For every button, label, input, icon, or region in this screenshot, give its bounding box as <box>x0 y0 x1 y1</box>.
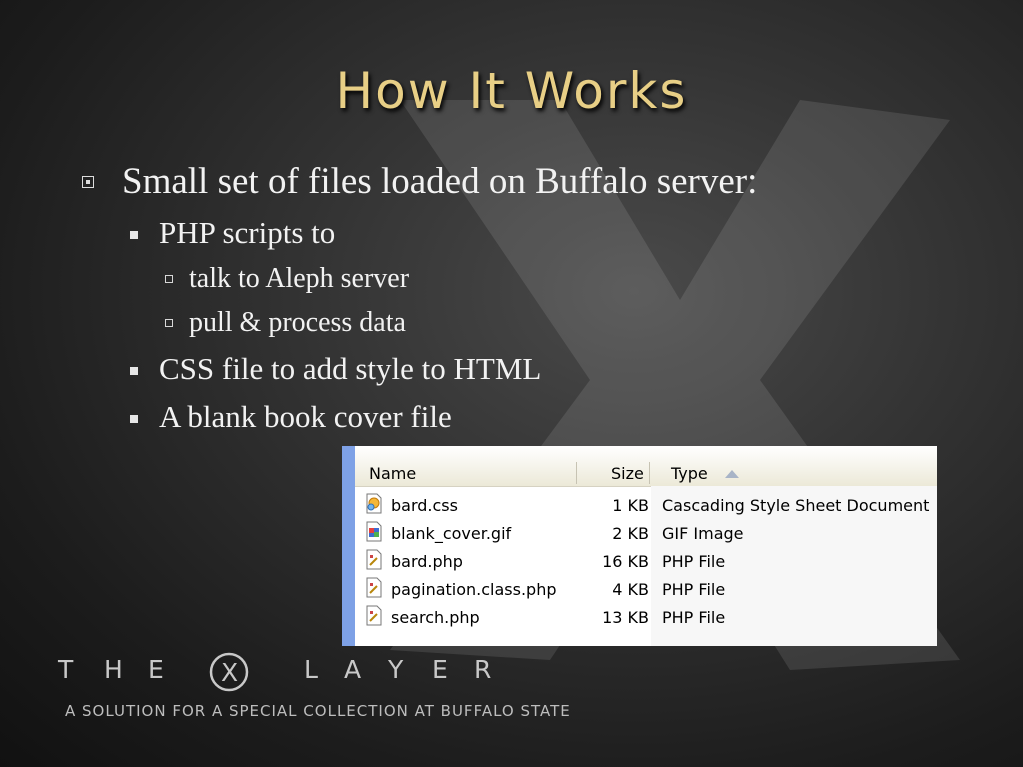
level2-bullet-icon <box>130 415 138 423</box>
file-name: bard.css <box>391 496 458 515</box>
logo-letter: A <box>344 655 362 684</box>
file-size: 16 KB <box>602 552 649 571</box>
file-row[interactable]: bard.css 1 KB Cascading Style Sheet Docu… <box>355 490 937 518</box>
file-size: 4 KB <box>612 580 649 599</box>
file-size: 2 KB <box>612 524 649 543</box>
logo-letter: X <box>221 658 239 687</box>
bullet-level3: pull & process data <box>189 307 406 338</box>
file-name: search.php <box>391 608 480 627</box>
file-type: PHP File <box>662 552 726 571</box>
bullet-level1: Small set of files loaded on Buffalo ser… <box>122 161 758 202</box>
bullet-level2: CSS file to add style to HTML <box>159 351 542 386</box>
file-row[interactable]: pagination.class.php 4 KB PHP File <box>355 574 937 602</box>
level2-bullet-icon <box>130 367 138 375</box>
bullet-list: Small set of files loaded on Buffalo ser… <box>0 0 1023 767</box>
bullet-level2: PHP scripts to <box>159 215 336 250</box>
file-type: GIF Image <box>662 524 744 543</box>
bullet-level3: talk to Aleph server <box>189 263 410 294</box>
column-divider[interactable] <box>576 462 577 484</box>
logo-letter: E <box>432 655 448 684</box>
file-size: 1 KB <box>612 496 649 515</box>
logo-letter: L <box>304 655 318 684</box>
file-size: 13 KB <box>602 608 649 627</box>
file-row[interactable]: search.php 13 KB PHP File <box>355 602 937 630</box>
column-divider[interactable] <box>649 462 650 484</box>
level3-bullet-icon <box>165 319 173 327</box>
level2-bullet-icon <box>130 231 138 239</box>
explorer-sidebar <box>342 446 355 646</box>
php-file-icon <box>366 577 382 598</box>
column-size-header[interactable]: Size <box>611 464 644 483</box>
level3-bullet-icon <box>165 275 173 283</box>
level1-bullet-icon <box>82 176 94 188</box>
file-name: blank_cover.gif <box>391 524 512 543</box>
gif-file-icon <box>366 521 382 542</box>
file-name: pagination.class.php <box>391 580 557 599</box>
logo-letter: T <box>58 655 74 684</box>
logo-letter: E <box>148 655 164 684</box>
file-list-screenshot: Name Size Type bard.css 1 KB Cascading S… <box>342 446 937 646</box>
file-type: PHP File <box>662 608 726 627</box>
file-name: bard.php <box>391 552 463 571</box>
logo-letter: H <box>104 655 123 684</box>
logo-letter: R <box>474 655 492 684</box>
css-file-icon <box>366 493 382 514</box>
sort-ascending-icon <box>725 470 739 478</box>
file-row[interactable]: bard.php 16 KB PHP File <box>355 546 937 574</box>
file-type: Cascading Style Sheet Document <box>662 496 930 515</box>
bullet-level2: A blank book cover file <box>159 399 452 434</box>
logo-letter: Y <box>388 655 404 684</box>
tagline: A SOLUTION FOR A SPECIAL COLLECTION AT B… <box>65 702 571 720</box>
file-type: PHP File <box>662 580 726 599</box>
php-file-icon <box>366 549 382 570</box>
file-row[interactable]: blank_cover.gif 2 KB GIF Image <box>355 518 937 546</box>
column-name-header[interactable]: Name <box>369 464 416 483</box>
column-header: Name Size Type <box>355 446 937 487</box>
column-type-header[interactable]: Type <box>671 464 708 483</box>
php-file-icon <box>366 605 382 626</box>
